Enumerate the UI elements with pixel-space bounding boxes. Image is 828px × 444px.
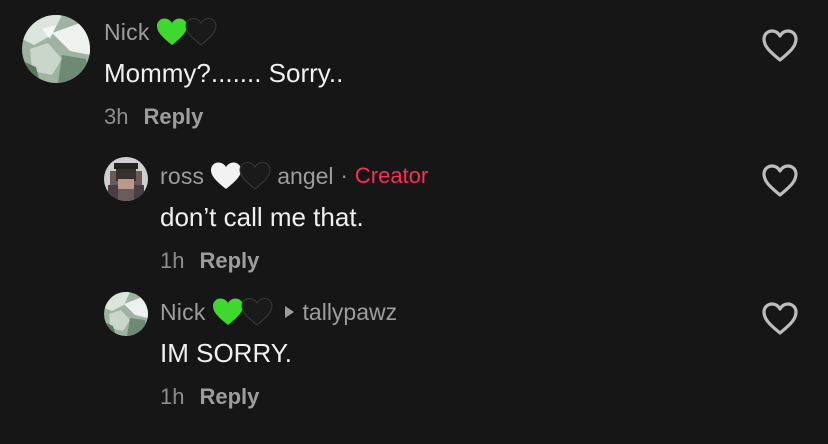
avatar[interactable]	[104, 292, 148, 336]
black-heart-icon	[239, 161, 271, 191]
comment-meta: 1h Reply	[160, 384, 259, 410]
comments-panel: Nick Mommy?....... Sorry.. 3h Reply ross…	[0, 0, 828, 444]
reply-button[interactable]: Reply	[143, 104, 203, 130]
timestamp: 1h	[160, 248, 185, 273]
username[interactable]: Nick	[160, 299, 206, 326]
comment-header: Nick tallypawz	[160, 294, 397, 330]
reply-button[interactable]: Reply	[199, 248, 259, 274]
comment-text: Mommy?....... Sorry..	[104, 58, 344, 88]
white-heart-icon	[210, 161, 242, 191]
avatar[interactable]	[104, 157, 148, 201]
heart-emojis	[156, 17, 217, 47]
creator-badge: Creator	[354, 163, 429, 188]
black-heart-icon	[185, 17, 217, 47]
separator-dot: ·	[340, 163, 348, 188]
green-heart-icon	[156, 17, 188, 47]
username[interactable]: ross	[160, 163, 204, 190]
like-heart-icon[interactable]	[760, 26, 800, 66]
heart-emojis	[210, 161, 271, 191]
comment-header: ross angel · Creator	[160, 158, 428, 194]
black-heart-icon	[241, 297, 273, 327]
like-heart-icon[interactable]	[760, 299, 800, 339]
timestamp: 3h	[104, 104, 129, 129]
heart-emojis	[212, 297, 273, 327]
reply-button[interactable]: Reply	[199, 384, 259, 410]
reply-arrow-icon	[284, 306, 294, 318]
green-heart-icon	[212, 297, 244, 327]
reply-to-username[interactable]: tallypawz	[303, 299, 398, 326]
avatar[interactable]	[22, 15, 90, 83]
timestamp: 1h	[160, 384, 185, 409]
comment-text: don’t call me that.	[160, 202, 364, 232]
comment-meta: 3h Reply	[104, 104, 203, 130]
like-heart-icon[interactable]	[760, 161, 800, 201]
comment-text: IM SORRY.	[160, 338, 292, 368]
comment-meta: 1h Reply	[160, 248, 259, 274]
comment-header: Nick	[104, 14, 217, 50]
username[interactable]: Nick	[104, 19, 150, 46]
secondary-name[interactable]: angel	[277, 163, 333, 190]
